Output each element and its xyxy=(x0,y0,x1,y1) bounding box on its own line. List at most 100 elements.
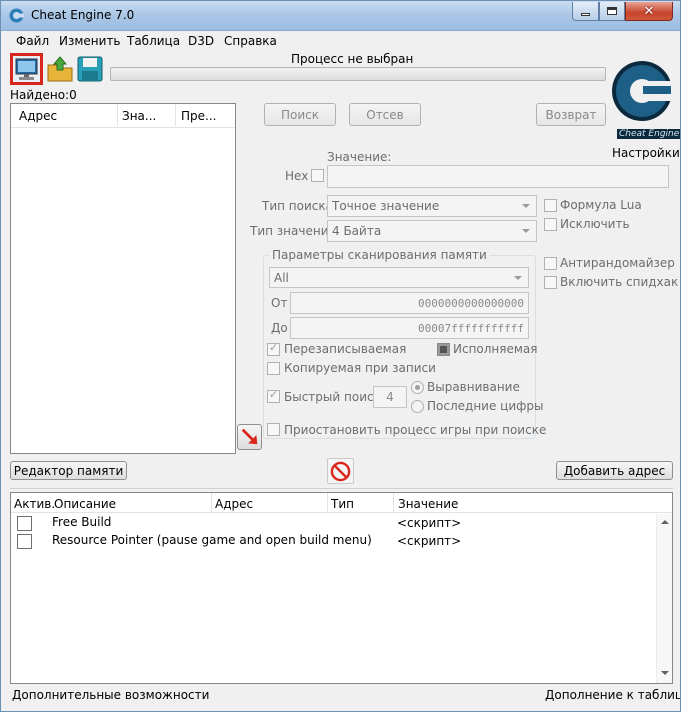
speedhack-label: Включить спидхак xyxy=(560,275,679,289)
start-address-input[interactable]: 0000000000000000 xyxy=(290,292,529,314)
scan-type-value: Точное значение xyxy=(332,199,440,213)
menu-bar: Файл Изменить Таблица D3D Справка xyxy=(1,31,680,51)
alignment-label: Выравнивание xyxy=(427,380,520,394)
table-row[interactable]: Resource Pointer (pause game and open bu… xyxy=(11,532,655,550)
menu-help[interactable]: Справка xyxy=(224,34,277,48)
value-type-value: 4 Байта xyxy=(332,224,382,238)
lua-formula-label: Формула Lua xyxy=(560,198,642,212)
memory-view-button[interactable]: Редактор памяти xyxy=(10,461,127,480)
open-file-button[interactable] xyxy=(46,55,74,83)
menu-d3d[interactable]: D3D xyxy=(188,34,214,48)
value-label: Значение: xyxy=(327,150,392,164)
column-type[interactable]: Тип xyxy=(331,497,354,511)
scan-type-select[interactable]: Точное значение xyxy=(327,195,537,217)
computer-icon xyxy=(15,58,38,80)
fast-scan-alignment-input[interactable]: 4 xyxy=(373,386,407,408)
lua-formula-checkbox[interactable] xyxy=(544,199,557,212)
row-value: <скрипт> xyxy=(397,534,462,548)
table-row[interactable]: Free Build <скрипт> xyxy=(11,514,655,532)
menu-file[interactable]: Файл xyxy=(16,34,49,48)
column-previous[interactable]: Пре... xyxy=(181,109,216,123)
table-extras-link[interactable]: Дополнение к таблице xyxy=(545,688,680,702)
select-process-button[interactable] xyxy=(10,53,43,85)
cheat-table-header: Актив. Описание Адрес Тип Значение xyxy=(11,493,672,513)
settings-link[interactable]: Настройки xyxy=(612,146,680,160)
first-scan-button[interactable]: Поиск xyxy=(264,103,336,126)
copy-on-write-checkbox[interactable] xyxy=(267,362,280,375)
value-type-select[interactable]: 4 Байта xyxy=(327,220,537,242)
fast-scan-checkbox[interactable] xyxy=(267,388,280,403)
scan-progress-bar xyxy=(110,67,606,81)
vertical-scrollbar[interactable] xyxy=(656,514,672,683)
clear-list-button[interactable] xyxy=(327,458,354,484)
memory-region-value: All xyxy=(274,270,289,285)
panel-splitter[interactable] xyxy=(10,488,673,491)
scroll-down-icon[interactable] xyxy=(661,671,669,675)
cheat-table[interactable]: Актив. Описание Адрес Тип Значение Free … xyxy=(10,492,673,684)
column-divider xyxy=(117,104,118,126)
scan-results-list[interactable]: Адрес Зна... Пре... xyxy=(10,103,236,454)
scroll-up-icon[interactable] xyxy=(661,520,669,524)
process-label: Процесс не выбран xyxy=(291,52,414,66)
not-label: Исключить xyxy=(560,217,630,231)
alignment-radio[interactable] xyxy=(411,381,424,394)
minimize-icon xyxy=(581,12,590,16)
writable-checkbox[interactable] xyxy=(267,341,280,356)
cheat-engine-logo[interactable]: Cheat Engine xyxy=(609,51,680,143)
column-divider xyxy=(175,104,176,126)
memory-region-select[interactable]: All xyxy=(269,267,529,288)
row-active-checkbox[interactable] xyxy=(17,534,32,549)
maximize-icon xyxy=(607,7,617,15)
stop-address-label: До xyxy=(271,321,288,335)
close-button[interactable]: ✕ xyxy=(625,2,673,21)
column-divider xyxy=(211,493,212,512)
undo-scan-button[interactable]: Возврат xyxy=(536,103,606,126)
memory-scan-options-title: Параметры сканирования памяти xyxy=(269,248,490,262)
column-description[interactable]: Описание xyxy=(54,497,116,511)
executable-checkbox[interactable] xyxy=(437,343,450,356)
red-arrow-down-right-icon xyxy=(241,428,257,445)
logo-text: Cheat Engine xyxy=(617,129,680,139)
title-bar[interactable]: Cheat Engine 7.0 ✕ xyxy=(1,1,680,31)
start-address-label: От xyxy=(271,296,288,310)
scan-type-label: Тип поиска xyxy=(262,199,333,213)
stop-address-input[interactable]: 00007fffffffffff xyxy=(290,317,529,339)
column-value[interactable]: Значение xyxy=(398,497,458,511)
maximize-button[interactable] xyxy=(599,2,625,21)
writable-label: Перезаписываемая xyxy=(284,342,407,356)
save-floppy-icon xyxy=(77,56,103,82)
stop-icon xyxy=(330,461,351,481)
scan-results-header: Адрес Зна... Пре... xyxy=(11,104,235,128)
save-file-button[interactable] xyxy=(76,55,104,83)
column-address[interactable]: Адрес xyxy=(215,497,253,511)
last-digits-label: Последние цифры xyxy=(427,399,544,413)
value-type-label: Тип значения xyxy=(250,224,336,238)
copy-on-write-label: Копируемая при записи xyxy=(284,361,436,375)
minimize-button[interactable] xyxy=(572,2,599,21)
main-window: Cheat Engine 7.0 ✕ Файл Изменить Таблица… xyxy=(0,0,681,712)
last-digits-radio[interactable] xyxy=(411,400,424,413)
fast-scan-label: Быстрый поиск xyxy=(284,390,381,404)
speedhack-checkbox[interactable] xyxy=(544,276,557,289)
row-value: <скрипт> xyxy=(397,516,462,530)
menu-table[interactable]: Таблица xyxy=(127,34,180,48)
hex-label: Hex xyxy=(285,169,309,183)
row-active-checkbox[interactable] xyxy=(17,516,32,531)
advanced-options-link[interactable]: Дополнительные возможности xyxy=(12,688,209,702)
column-value[interactable]: Зна... xyxy=(122,109,156,123)
value-input[interactable] xyxy=(327,165,669,188)
next-scan-button[interactable]: Отсев xyxy=(349,103,421,126)
menu-edit[interactable]: Изменить xyxy=(59,34,121,48)
pause-while-scanning-checkbox[interactable] xyxy=(267,423,280,436)
add-selected-to-list-button[interactable] xyxy=(237,424,262,450)
column-active[interactable]: Актив. xyxy=(14,497,55,511)
window-title: Cheat Engine 7.0 xyxy=(31,8,135,22)
unrandomizer-checkbox[interactable] xyxy=(544,257,557,270)
column-address[interactable]: Адрес xyxy=(19,109,57,123)
executable-label: Исполняемая xyxy=(453,342,538,356)
open-folder-icon xyxy=(47,56,73,82)
add-address-manually-button[interactable]: Добавить адрес xyxy=(556,461,673,480)
hex-checkbox[interactable] xyxy=(311,169,324,182)
cheat-engine-app-icon xyxy=(9,8,24,23)
not-checkbox[interactable] xyxy=(544,218,557,231)
